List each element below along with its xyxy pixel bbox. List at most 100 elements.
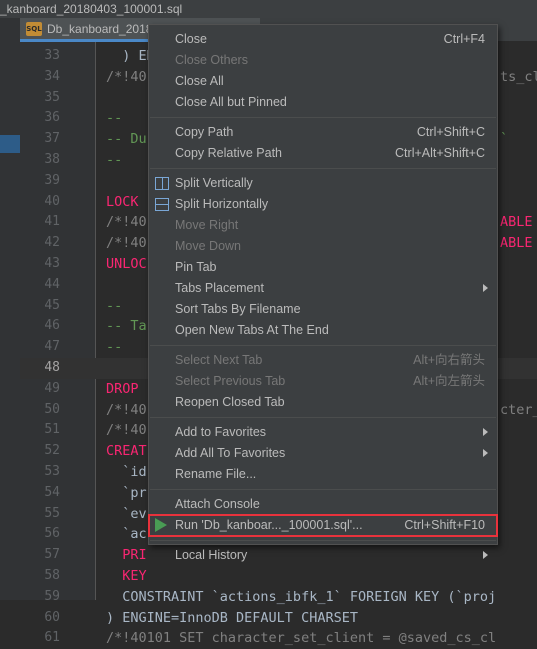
- line-number: 50: [44, 401, 60, 417]
- code-line[interactable]: 60) ENGINE=InnoDB DEFAULT CHARSET: [20, 608, 537, 629]
- menu-item-label: Local History: [175, 548, 248, 562]
- code-text: /*!40: [106, 68, 147, 85]
- menu-item-label: Run 'Db_kanboar..._100001.sql'...: [175, 518, 363, 532]
- code-text: `pr: [106, 484, 147, 501]
- run-icon: [155, 518, 167, 532]
- menu-item-reopen-closed-tab[interactable]: Reopen Closed Tab: [149, 392, 497, 413]
- code-fragment: cter_: [500, 401, 537, 418]
- menu-item-close-all[interactable]: Close All: [149, 71, 497, 92]
- menu-item-run-file[interactable]: Run 'Db_kanboar..._100001.sql'... Ctrl+Sh…: [148, 514, 498, 537]
- menu-item-label: Copy Relative Path: [175, 146, 283, 160]
- submenu-arrow-icon: [483, 284, 488, 292]
- menu-item-add-to-favorites[interactable]: Add to Favorites: [149, 422, 497, 443]
- menu-item-label: Tabs Placement: [175, 281, 264, 295]
- menu-item-split-horizontally[interactable]: Split Horizontally: [149, 194, 497, 215]
- tool-window-strip: [0, 18, 20, 42]
- code-text: --: [106, 110, 123, 127]
- split-vertical-icon: [155, 177, 169, 190]
- line-number: 51: [44, 422, 60, 438]
- menu-item-label: Open New Tabs At The End: [175, 323, 329, 337]
- menu-item-copy-relative-path[interactable]: Copy Relative Path Ctrl+Alt+Shift+C: [149, 143, 497, 164]
- menu-item-copy-path[interactable]: Copy Path Ctrl+Shift+C: [149, 122, 497, 143]
- line-number: 36: [44, 110, 60, 126]
- menu-item-label: Reopen Closed Tab: [175, 395, 285, 409]
- menu-item-close[interactable]: Close Ctrl+F4: [149, 29, 497, 50]
- menu-item-label: Add All To Favorites: [175, 446, 286, 460]
- menu-item-attach-console[interactable]: Attach Console: [149, 494, 497, 515]
- code-text: /*!40: [106, 235, 147, 252]
- line-number: 38: [44, 151, 60, 167]
- menu-item-label: Close: [175, 32, 207, 46]
- submenu-arrow-icon: [483, 428, 488, 436]
- menu-item-label: Move Down: [175, 239, 241, 253]
- code-line[interactable]: 58 KEY: [20, 566, 537, 587]
- menu-item-move-right: Move Right: [149, 215, 497, 236]
- menu-item-label: Close Others: [175, 53, 248, 67]
- code-text: /*!40: [106, 401, 147, 418]
- line-number: 53: [44, 463, 60, 479]
- code-text: CONSTRAINT `actions_ibfk_1` FOREIGN KEY …: [106, 588, 497, 605]
- code-text: KEY: [106, 567, 147, 584]
- line-number: 59: [44, 588, 60, 604]
- menu-item-label: Attach Console: [175, 497, 260, 511]
- line-number: 48: [44, 359, 60, 375]
- line-number: 35: [44, 89, 60, 105]
- menu-item-label: Close All: [175, 74, 224, 88]
- line-number: 33: [44, 48, 60, 63]
- menu-separator: [149, 536, 497, 545]
- code-line[interactable]: 61 /*!40101 SET character_set_client = @s…: [20, 628, 537, 649]
- menu-item-split-vertically[interactable]: Split Vertically: [149, 173, 497, 194]
- line-number: 56: [44, 526, 60, 542]
- code-text: CREAT: [106, 443, 147, 460]
- menu-item-shortcut: Ctrl+Shift+C: [416, 125, 485, 139]
- tool-window-sidebar: [0, 42, 20, 600]
- code-text: --: [106, 297, 123, 314]
- line-number: 41: [44, 214, 60, 230]
- code-text: -- Du: [106, 131, 147, 148]
- menu-item-sort-tabs-by-filename[interactable]: Sort Tabs By Filename: [149, 299, 497, 320]
- menu-item-close-others: Close Others: [149, 50, 497, 71]
- window-title: _kanboard_20180403_100001.sql: [0, 2, 183, 16]
- code-text: `id: [106, 463, 147, 480]
- menu-item-label: Split Vertically: [175, 176, 253, 190]
- menu-item-open-new-tabs-at-end[interactable]: Open New Tabs At The End: [149, 320, 497, 341]
- line-number: 34: [44, 68, 60, 84]
- tab-context-menu: Close Ctrl+F4 Close Others Close All Close A…: [148, 24, 498, 562]
- menu-item-local-history[interactable]: Local History: [149, 545, 497, 566]
- code-text: LOCK: [106, 193, 139, 210]
- code-fragment: ABLE: [500, 214, 533, 231]
- menu-separator: [149, 485, 497, 494]
- code-line[interactable]: 59 CONSTRAINT `actions_ibfk_1` FOREIGN K…: [20, 587, 537, 608]
- code-fragment: ABLE: [500, 235, 533, 252]
- line-number: 49: [44, 380, 60, 396]
- menu-item-select-previous-tab: Select Previous Tab Alt+向左箭头: [149, 371, 497, 392]
- menu-item-add-all-to-favorites[interactable]: Add All To Favorites: [149, 443, 497, 464]
- menu-separator: [149, 164, 497, 173]
- menu-item-close-all-but-pinned[interactable]: Close All but Pinned: [149, 92, 497, 113]
- menu-item-label: Sort Tabs By Filename: [175, 302, 301, 316]
- menu-item-pin-tab[interactable]: Pin Tab: [149, 257, 497, 278]
- menu-item-label: Rename File...: [175, 467, 257, 481]
- code-text: /*!40: [106, 214, 147, 231]
- code-fragment: `: [500, 131, 509, 148]
- menu-item-shortcut: Alt+向右箭头: [413, 353, 485, 367]
- menu-separator: [149, 413, 497, 422]
- menu-item-shortcut: Ctrl+Alt+Shift+C: [395, 146, 485, 160]
- menu-item-label: Select Previous Tab: [175, 374, 286, 388]
- code-text: `ac: [106, 526, 147, 543]
- menu-separator: [149, 113, 497, 122]
- line-number: 47: [44, 339, 60, 355]
- line-number: 40: [44, 193, 60, 209]
- sql-file-icon: SQL: [26, 21, 42, 36]
- menu-item-tabs-placement[interactable]: Tabs Placement: [149, 278, 497, 299]
- window-title-bar: _kanboard_20180403_100001.sql: [0, 0, 537, 18]
- code-text: /*!40: [106, 422, 147, 439]
- line-number: 61: [44, 630, 60, 646]
- line-number: 39: [44, 172, 60, 188]
- line-number: 44: [44, 276, 60, 292]
- code-fragment: ts_cl: [500, 68, 537, 85]
- menu-item-label: Pin Tab: [175, 260, 217, 274]
- menu-item-label: Add to Favorites: [175, 425, 267, 439]
- menu-item-rename-file[interactable]: Rename File...: [149, 464, 497, 485]
- menu-item-label: Close All but Pinned: [175, 95, 287, 109]
